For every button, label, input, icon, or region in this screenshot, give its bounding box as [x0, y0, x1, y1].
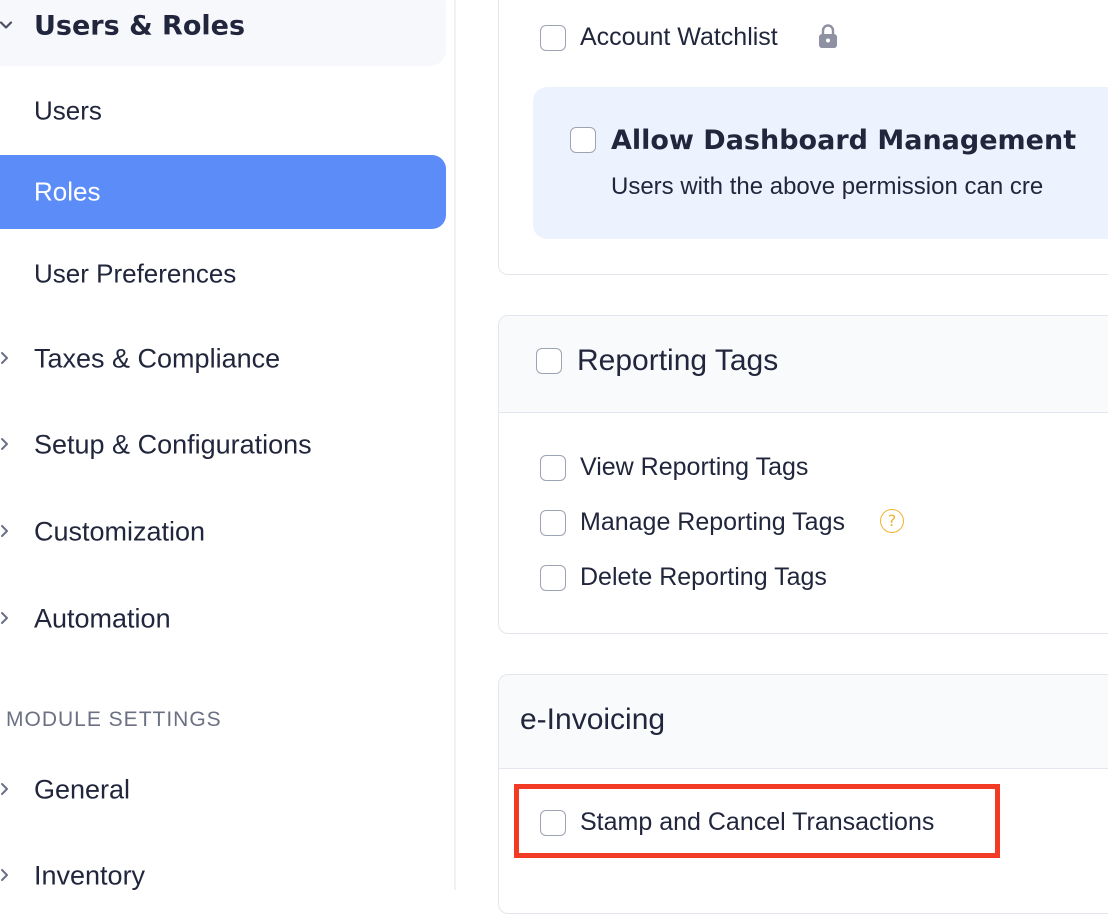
sidebar-group-label: Users & Roles [34, 10, 246, 42]
dashboard-management-title: Allow Dashboard Management [611, 125, 1077, 156]
sidebar-group-users-roles[interactable]: Users & Roles [0, 0, 446, 66]
manage-reporting-tags-checkbox[interactable] [540, 510, 566, 536]
sidebar-item-roles[interactable]: Roles [0, 155, 446, 229]
account-watchlist-label: Account Watchlist [580, 23, 778, 51]
sidebar-item-label: Users [34, 95, 102, 126]
sidebar-item-label: Roles [34, 176, 101, 207]
highlight-box [514, 784, 1000, 858]
delete-reporting-tags-label: Delete Reporting Tags [580, 563, 827, 591]
manage-reporting-tags-label: Manage Reporting Tags [580, 508, 845, 536]
sidebar-group-label: Customization [34, 516, 206, 547]
e-invoicing-title: e-Invoicing [520, 703, 666, 736]
chevron-right-icon [0, 521, 12, 543]
dashboard-management-box [533, 87, 1108, 239]
sidebar-group-customization[interactable]: Customization [0, 495, 446, 569]
view-reporting-tags-checkbox[interactable] [540, 455, 566, 481]
sidebar-group-label: Inventory [34, 860, 146, 891]
settings-sidebar: Users & Roles Users Roles User Preferenc… [0, 0, 456, 891]
chevron-right-icon [0, 434, 12, 456]
chevron-down-icon [0, 15, 14, 37]
sidebar-group-automation[interactable]: Automation [0, 582, 446, 656]
chevron-right-icon [0, 865, 12, 887]
sidebar-group-inventory[interactable]: Inventory [0, 839, 446, 913]
chevron-right-icon [0, 779, 12, 801]
reporting-tags-header: Reporting Tags [499, 316, 1108, 413]
sidebar-group-setup-configurations[interactable]: Setup & Configurations [0, 408, 446, 482]
sidebar-item-user-preferences[interactable]: User Preferences [0, 237, 446, 311]
permissions-card-dashboards: Account Watchlist Allow Dashboard Manage… [498, 0, 1108, 275]
e-invoicing-header: e-Invoicing [499, 675, 1108, 769]
reporting-tags-select-all-checkbox[interactable] [536, 348, 562, 374]
chevron-right-icon [0, 348, 12, 370]
sidebar-group-label: Taxes & Compliance [34, 343, 281, 374]
sidebar-group-label: Setup & Configurations [34, 429, 312, 460]
account-watchlist-checkbox[interactable] [540, 25, 566, 51]
lock-icon [817, 23, 839, 54]
help-icon[interactable]: ? [880, 509, 904, 533]
sidebar-item-label: User Preferences [34, 258, 237, 289]
reporting-tags-title: Reporting Tags [577, 344, 779, 377]
module-settings-heading: MODULE SETTINGS [6, 708, 222, 731]
dashboard-management-checkbox[interactable] [570, 127, 596, 153]
sidebar-group-label: Automation [34, 603, 171, 634]
sidebar-item-users[interactable]: Users [0, 74, 446, 148]
sidebar-group-taxes-compliance[interactable]: Taxes & Compliance [0, 322, 446, 396]
sidebar-group-label: General [34, 774, 131, 805]
permissions-card-reporting-tags: Reporting Tags View Reporting Tags Manag… [498, 315, 1108, 634]
view-reporting-tags-label: View Reporting Tags [580, 453, 809, 481]
chevron-right-icon [0, 608, 12, 630]
delete-reporting-tags-checkbox[interactable] [540, 565, 566, 591]
sidebar-group-general[interactable]: General [0, 753, 446, 827]
dashboard-management-description: Users with the above permission can cre [611, 173, 1044, 200]
